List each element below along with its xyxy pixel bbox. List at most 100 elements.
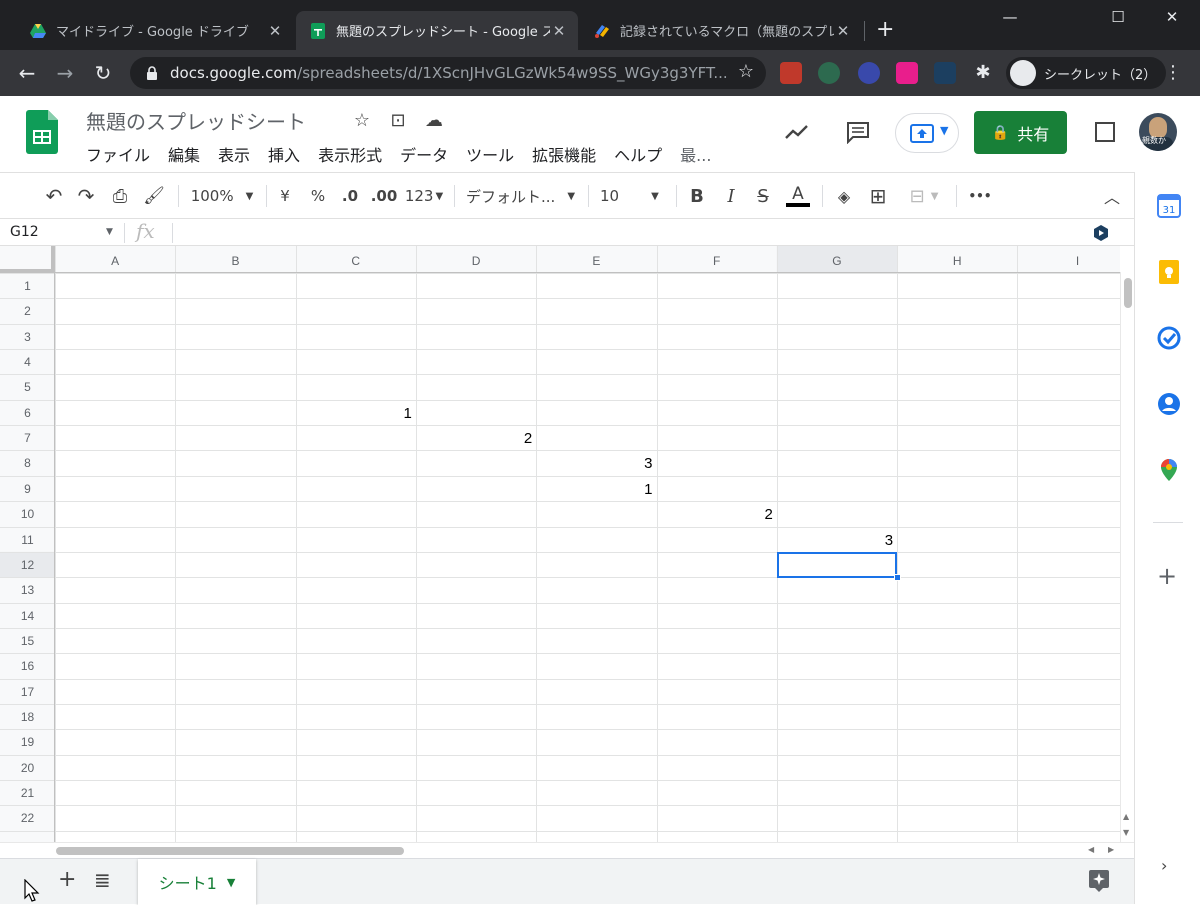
vertical-scrollbar[interactable]: ▲ ▼ <box>1120 272 1134 842</box>
back-arrow-icon[interactable]: ← <box>14 60 40 86</box>
menu-help[interactable]: ヘルプ <box>614 142 662 166</box>
extension-pink-square-icon[interactable] <box>896 62 918 84</box>
cell-d7[interactable]: 2 <box>416 425 536 450</box>
scroll-down-icon[interactable]: ▼ <box>1123 828 1129 837</box>
column-header-c[interactable]: C <box>296 254 416 268</box>
forward-arrow-icon[interactable]: → <box>52 60 78 86</box>
browser-menu-icon[interactable]: ⋮ <box>1164 62 1182 83</box>
more-options-button[interactable]: ••• <box>966 183 994 209</box>
font-size-select[interactable]: 10 ▼ <box>600 183 668 209</box>
collapse-menu-icon[interactable]: ︿ <box>1100 183 1124 209</box>
cell-c6[interactable]: 1 <box>296 400 416 425</box>
row-header-16[interactable]: 16 <box>0 659 55 673</box>
borders-icon[interactable]: ⊞ <box>866 183 890 209</box>
row-header-15[interactable]: 15 <box>0 634 55 648</box>
close-icon[interactable]: ✕ <box>834 22 852 40</box>
share-button[interactable]: 🔒 共有 <box>974 111 1067 154</box>
scroll-up-icon[interactable]: ▲ <box>1123 812 1129 821</box>
bold-button[interactable]: B <box>686 183 708 209</box>
strikethrough-button[interactable]: S <box>752 183 774 209</box>
side-panel-toggle-icon[interactable] <box>1095 122 1115 142</box>
row-header-17[interactable]: 17 <box>0 685 55 699</box>
present-button[interactable]: ▼ <box>895 113 959 153</box>
row-header-9[interactable]: 9 <box>0 482 55 496</box>
reload-icon[interactable]: ↻ <box>90 60 116 86</box>
browser-tab-macros[interactable]: 記録されているマクロ（無題のスプレ ✕ <box>580 11 862 50</box>
comment-icon[interactable] <box>845 120 871 144</box>
sheets-logo-icon[interactable] <box>26 110 58 154</box>
cell-f10[interactable]: 2 <box>657 501 777 526</box>
scroll-right-icon[interactable]: ▶ <box>1108 845 1114 854</box>
italic-button[interactable]: I <box>720 183 742 209</box>
row-header-1[interactable]: 1 <box>0 279 55 293</box>
chevron-right-icon[interactable]: › <box>1161 856 1167 875</box>
bookmark-star-icon[interactable]: ☆ <box>738 61 754 82</box>
percent-format-button[interactable]: % <box>306 183 330 209</box>
column-header-f[interactable]: F <box>657 254 777 268</box>
row-header-8[interactable]: 8 <box>0 456 55 470</box>
row-header-10[interactable]: 10 <box>0 507 55 521</box>
menu-view[interactable]: 表示 <box>218 142 250 166</box>
row-header-4[interactable]: 4 <box>0 355 55 369</box>
explore-icon[interactable] <box>1088 869 1110 893</box>
browser-tab-drive[interactable]: マイドライブ - Google ドライブ ✕ <box>16 11 294 50</box>
row-header-2[interactable]: 2 <box>0 304 55 318</box>
increase-decimal-button[interactable]: .00 <box>368 183 400 209</box>
extension-blue-hex-icon[interactable] <box>934 62 956 84</box>
trend-chart-icon[interactable] <box>784 122 810 142</box>
tasks-icon[interactable] <box>1157 326 1181 350</box>
all-sheets-list-icon[interactable]: ≣ <box>94 868 111 892</box>
document-title[interactable]: 無題のスプレッドシート <box>86 106 306 135</box>
maximize-icon[interactable]: ☐ <box>1098 8 1138 26</box>
zoom-select[interactable]: 100% ▼ <box>186 183 258 209</box>
undo-icon[interactable]: ↶ <box>42 183 66 209</box>
close-icon[interactable]: ✕ <box>266 22 284 40</box>
menu-data[interactable]: データ <box>400 142 448 166</box>
column-header-g[interactable]: G <box>777 254 897 268</box>
add-addon-plus-icon[interactable]: + <box>1157 562 1177 590</box>
new-tab-plus-icon[interactable]: + <box>876 18 894 42</box>
fill-color-icon[interactable]: ◈ <box>832 183 856 209</box>
row-header-22[interactable]: 22 <box>0 811 55 825</box>
incognito-indicator[interactable]: シークレット（2） <box>1006 57 1166 89</box>
cell-g11[interactable]: 3 <box>777 527 897 552</box>
column-header-d[interactable]: D <box>416 254 536 268</box>
currency-format-button[interactable]: ¥ <box>274 183 296 209</box>
decrease-decimal-button[interactable]: .0 <box>336 183 364 209</box>
column-header-h[interactable]: H <box>897 254 1017 268</box>
sheet-tab-1[interactable]: シート1 ▼ <box>138 859 256 905</box>
row-header-14[interactable]: 14 <box>0 609 55 623</box>
add-sheet-plus-icon[interactable]: + <box>58 867 76 892</box>
text-color-button[interactable]: A <box>784 183 812 209</box>
avatar[interactable]: 親数か <box>1139 113 1177 151</box>
cell-e9[interactable]: 1 <box>536 476 656 501</box>
contacts-icon[interactable] <box>1157 392 1181 416</box>
keep-icon[interactable] <box>1157 260 1181 284</box>
extension-hex-icon[interactable] <box>1094 225 1108 241</box>
row-header-18[interactable]: 18 <box>0 710 55 724</box>
print-icon[interactable]: ⎙ <box>108 183 132 209</box>
cell-e8[interactable]: 3 <box>536 450 656 475</box>
menu-insert[interactable]: 挿入 <box>268 142 300 166</box>
row-header-20[interactable]: 20 <box>0 761 55 775</box>
row-header-6[interactable]: 6 <box>0 406 55 420</box>
horizontal-scrollbar[interactable]: ◀ ▶ <box>0 842 1134 858</box>
spreadsheet-grid[interactable]: A B C D E F G H I 1 2 3 4 5 6 7 8 9 10 11 12 13 14 15 16 17 18 19 20… <box>0 246 1120 842</box>
extension-camera-icon[interactable] <box>818 62 840 84</box>
extension-red-icon[interactable] <box>780 62 802 84</box>
browser-tab-sheets[interactable]: 無題のスプレッドシート - Google スプ ✕ <box>296 11 578 50</box>
column-header-e[interactable]: E <box>536 254 656 268</box>
row-header-13[interactable]: 13 <box>0 583 55 597</box>
menu-extensions[interactable]: 拡張機能 <box>532 142 596 166</box>
extensions-puzzle-icon[interactable]: ✱ <box>972 62 994 84</box>
menu-tools[interactable]: ツール <box>466 142 514 166</box>
row-header-21[interactable]: 21 <box>0 786 55 800</box>
redo-icon[interactable]: ↷ <box>74 183 98 209</box>
menu-format[interactable]: 表示形式 <box>318 142 382 166</box>
row-header-12[interactable]: 12 <box>0 558 55 572</box>
menu-last-edit[interactable]: 最... <box>680 142 711 166</box>
row-header-19[interactable]: 19 <box>0 735 55 749</box>
horizontal-scroll-thumb[interactable] <box>56 847 404 855</box>
column-header-i[interactable]: I <box>1017 254 1120 268</box>
paint-format-icon[interactable]: 🖌 <box>142 183 166 209</box>
